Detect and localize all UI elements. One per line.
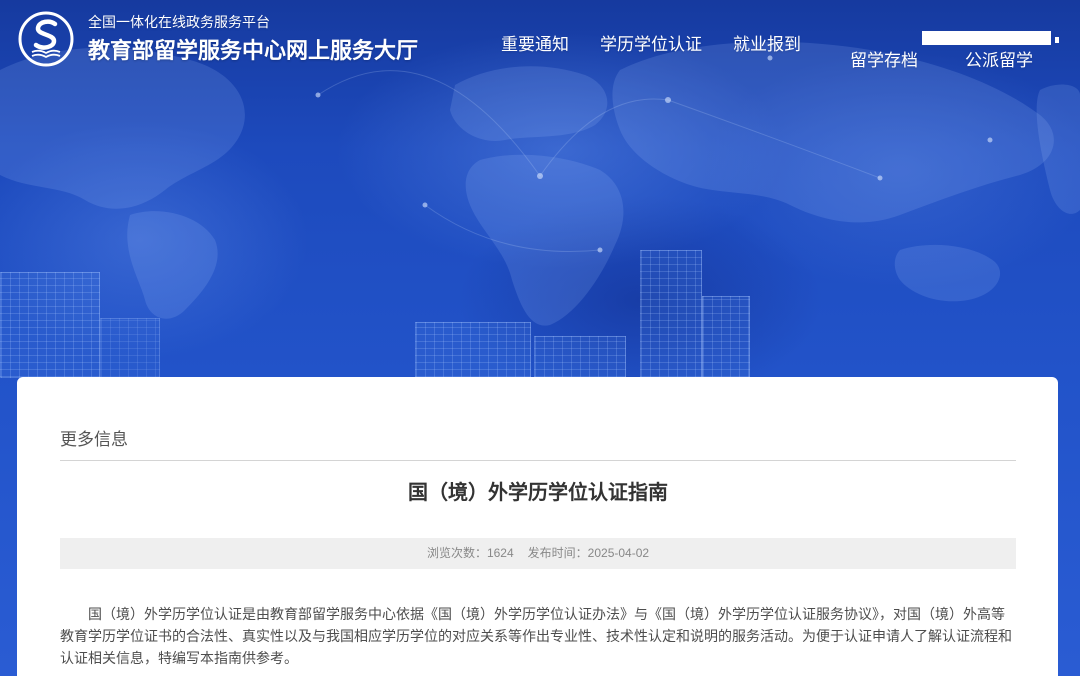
paragraph-line: 国（境）外学历学位认证是由教育部留学服务中心依据《国（境）外学历学位认证办法》与… [88, 606, 1005, 622]
redacted-account-info [922, 31, 1059, 45]
article-card: 更多信息 国（境）外学历学位认证指南 浏览次数：1624 发布时间：2025-04… [17, 377, 1058, 676]
publish-date: 发布时间：2025-04-02 [528, 538, 649, 569]
site-home-link[interactable]: 全国一体化在线政务服务平台 教育部留学服务中心网上服务大厅 [17, 8, 437, 70]
background-building [702, 296, 750, 378]
background-building [0, 272, 100, 378]
paragraph-line: 认证相关信息，特编写本指南供参考。 [60, 650, 298, 666]
platform-label: 全国一体化在线政务服务平台 [88, 14, 270, 30]
article-meta-bar: 浏览次数：1624 发布时间：2025-04-02 [60, 538, 1016, 569]
view-count: 浏览次数：1624 [427, 538, 514, 569]
paragraph-line: 教育学历学位证书的合法性、真实性以及与我国相应学历学位的对应关系等作出专业性、技… [60, 628, 1012, 644]
background-building [640, 250, 702, 378]
view-count-value: 1624 [486, 546, 514, 560]
nav-item-study-abroad-archives[interactable]: 留学存档 [850, 51, 918, 71]
site-title: 教育部留学服务中心网上服务大厅 [88, 38, 419, 63]
section-divider [60, 460, 1016, 461]
site-logo-icon [18, 11, 74, 67]
site-header: 全国一体化在线政务服务平台 教育部留学服务中心网上服务大厅 重要通知 学历学位认… [0, 0, 1080, 90]
publish-date-label: 发布时间： [527, 546, 588, 560]
article-body: 国（境）外学历学位认证是由教育部留学服务中心依据《国（境）外学历学位认证办法》与… [60, 603, 1016, 669]
background-building [100, 318, 160, 378]
article-title: 国（境）外学历学位认证指南 [408, 482, 668, 504]
nav-item-degree-verification[interactable]: 学历学位认证 [600, 35, 702, 55]
background-building [415, 322, 531, 378]
nav-item-government-sponsored-study[interactable]: 公派留学 [965, 51, 1033, 71]
nav-item-employment-registration[interactable]: 就业报到 [733, 35, 801, 55]
nav-item-important-notices[interactable]: 重要通知 [501, 35, 569, 55]
page-root: 全国一体化在线政务服务平台 教育部留学服务中心网上服务大厅 重要通知 学历学位认… [0, 0, 1080, 676]
publish-date-value: 2025-04-02 [587, 546, 650, 560]
view-count-label: 浏览次数： [426, 546, 487, 560]
section-label-more-info: 更多信息 [60, 430, 128, 449]
background-building [534, 336, 626, 378]
